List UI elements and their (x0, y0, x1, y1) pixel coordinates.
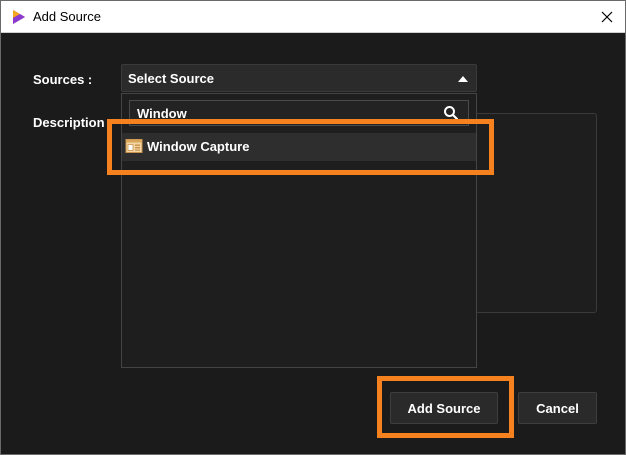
description-label: Description : (33, 115, 113, 130)
caret-up-icon (458, 76, 468, 82)
title-bar: Add Source (1, 1, 625, 33)
source-search-input[interactable] (130, 101, 430, 125)
add-source-dialog: Add Source Sources : Description : Selec… (0, 0, 626, 455)
source-select-value: Select Source (128, 71, 214, 86)
app-logo-icon (11, 9, 27, 25)
source-search-field[interactable] (129, 100, 469, 126)
close-icon (601, 11, 613, 22)
sources-label: Sources : (33, 72, 93, 87)
search-icon[interactable] (443, 105, 459, 121)
add-source-button[interactable]: Add Source (390, 392, 498, 424)
dialog-title: Add Source (33, 9, 101, 24)
close-button[interactable] (589, 1, 625, 32)
option-window-capture[interactable]: Window Capture (122, 133, 476, 161)
cancel-button[interactable]: Cancel (518, 392, 597, 424)
option-label: Window Capture (147, 139, 250, 154)
description-textarea[interactable] (477, 113, 597, 313)
window-capture-icon (125, 138, 143, 154)
source-select[interactable]: Select Source (121, 64, 477, 92)
